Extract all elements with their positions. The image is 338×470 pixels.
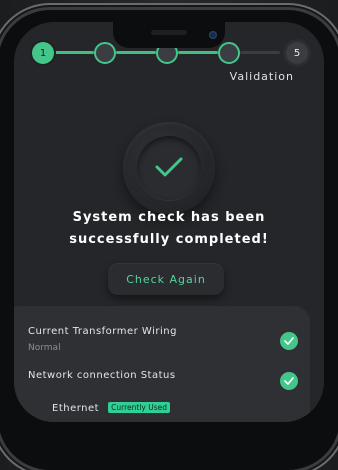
stepper-connector-2 bbox=[116, 51, 156, 54]
check-again-button[interactable]: Check Again bbox=[108, 263, 224, 295]
success-message: System check has been successfully compl… bbox=[14, 207, 324, 251]
stepper-connector-1 bbox=[54, 51, 94, 54]
ethernet-row: Ethernet Currently Used bbox=[52, 396, 322, 415]
front-camera bbox=[209, 31, 217, 39]
step-4-current[interactable] bbox=[218, 42, 240, 64]
speaker-grille bbox=[151, 30, 187, 35]
notch bbox=[113, 22, 225, 48]
step-5[interactable]: 5 bbox=[286, 42, 308, 64]
stepper-connector-3 bbox=[178, 51, 218, 54]
success-indicator-inner bbox=[137, 136, 201, 200]
checks-card: Current Transformer Wiring Normal Networ… bbox=[14, 306, 310, 422]
check-ok-icon bbox=[280, 332, 298, 350]
success-message-line-2: successfully completed! bbox=[69, 232, 269, 247]
ethernet-label: Ethernet bbox=[52, 403, 100, 414]
check-item-title: Network connection Status bbox=[28, 370, 176, 381]
app-screen: 1 5 Validation System check has been suc… bbox=[14, 22, 324, 422]
success-indicator bbox=[123, 122, 215, 214]
checkmark-icon bbox=[155, 157, 183, 177]
check-item-ct-wiring: Current Transformer Wiring Normal bbox=[28, 326, 298, 353]
stepper-connector-4 bbox=[240, 51, 280, 54]
check-item-network: Network connection Status bbox=[28, 370, 298, 390]
check-item-value: Normal bbox=[28, 343, 61, 353]
step-2[interactable] bbox=[94, 42, 116, 64]
check-item-title: Current Transformer Wiring bbox=[28, 326, 177, 337]
current-step-label: Validation bbox=[229, 70, 294, 83]
step-5-number: 5 bbox=[293, 47, 301, 59]
check-ok-icon bbox=[280, 372, 298, 390]
step-1-number: 1 bbox=[39, 47, 47, 59]
step-1[interactable]: 1 bbox=[32, 42, 54, 64]
success-message-line-1: System check has been bbox=[72, 210, 266, 225]
